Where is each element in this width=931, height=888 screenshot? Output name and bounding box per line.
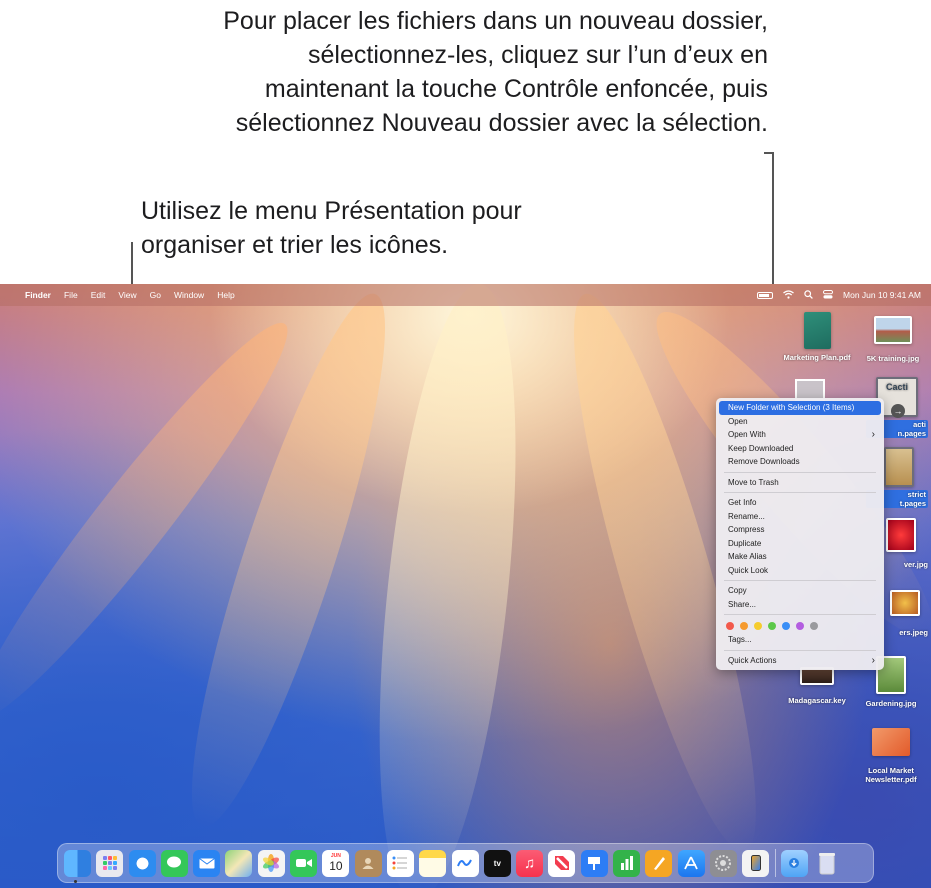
dock-news-icon[interactable] (548, 849, 576, 877)
menu-item-new-folder-with-selection[interactable]: New Folder with Selection (3 Items) (719, 401, 881, 415)
pages-thumbnail (884, 447, 914, 487)
pdf-thumbnail (803, 312, 831, 349)
cacti-thumb-text: Cacti (885, 382, 908, 392)
dock-downloads-folder-icon[interactable] (780, 849, 808, 877)
menu-item-quick-look[interactable]: Quick Look (719, 564, 881, 578)
menu-file[interactable]: File (64, 290, 78, 300)
tag-blue-icon[interactable] (782, 621, 790, 630)
tv-icon-label: tv (493, 858, 501, 868)
dock-trash-icon[interactable] (813, 850, 840, 877)
menu-view[interactable]: View (118, 290, 136, 300)
arrow-badge-icon: → (891, 404, 905, 418)
callout-leader-tick (764, 152, 773, 154)
tag-green-icon[interactable] (768, 621, 776, 630)
pdf-thumbnail (872, 728, 910, 756)
desktop-file-label: Marketing Plan.pdf (783, 353, 851, 362)
dock-launchpad-icon[interactable] (96, 849, 124, 877)
callout-view-menu: Utilisez le menu Présentation pour organ… (141, 197, 522, 259)
menu-clock[interactable]: Mon Jun 10 9:41 AM (843, 290, 921, 300)
dock-system-settings-icon[interactable] (709, 849, 737, 877)
dock-separator (774, 849, 776, 877)
menu-item-tags[interactable]: Tags... (719, 633, 881, 647)
dock-music-icon[interactable]: ♫ (516, 849, 544, 877)
tag-purple-icon[interactable] (796, 621, 804, 630)
menu-item-open[interactable]: Open (719, 415, 881, 429)
desktop-file-5k-training[interactable]: 5K training.jpg (855, 316, 931, 363)
calendar-day: 10 (329, 859, 343, 873)
tag-orange-icon[interactable] (740, 621, 748, 630)
menu-item-rename[interactable]: Rename... (719, 510, 881, 524)
menu-item-keep-downloaded[interactable]: Keep Downloaded (719, 442, 881, 456)
dock-app-store-icon[interactable] (677, 849, 705, 877)
menu-separator (724, 614, 876, 615)
desktop-file-label: Madagascar.key (788, 696, 846, 705)
dock: JUN 10 tv ♫ (57, 843, 874, 883)
callout-new-folder: Pour placer les fichiers dans un nouveau… (223, 7, 768, 137)
desktop-screen: Finder File Edit View Go Window Help Mon… (0, 284, 931, 888)
wifi-icon[interactable] (783, 289, 794, 301)
menu-item-remove-downloads[interactable]: Remove Downloads (719, 455, 881, 469)
dock-freeform-icon[interactable] (451, 849, 479, 877)
menu-edit[interactable]: Edit (91, 290, 106, 300)
tag-color-row (716, 618, 884, 633)
desktop-file-label: Gardening.jpg (865, 699, 917, 708)
desktop-file-label: 5K training.jpg (866, 354, 920, 363)
menu-item-duplicate[interactable]: Duplicate (719, 537, 881, 551)
menu-separator (724, 471, 876, 473)
context-menu: New Folder with Selection (3 Items) Open… (716, 398, 884, 670)
menu-help[interactable]: Help (217, 290, 234, 300)
dock-numbers-icon[interactable] (613, 849, 641, 877)
image-thumbnail (890, 590, 920, 616)
desktop-file-madagascar-key[interactable]: Madagascar.key (778, 667, 856, 705)
spotlight-search-icon[interactable] (804, 289, 813, 301)
menu-item-get-info[interactable]: Get Info (719, 496, 881, 510)
desktop-file-local-market-newsletter[interactable]: Local Market Newsletter.pdf (850, 728, 931, 784)
dock-keynote-icon[interactable] (580, 849, 608, 877)
image-thumbnail (874, 316, 912, 344)
dock-apple-tv-icon[interactable]: tv (483, 849, 511, 877)
tag-yellow-icon[interactable] (754, 621, 762, 630)
dock-facetime-icon[interactable] (290, 849, 318, 877)
tag-gray-icon[interactable] (810, 621, 818, 630)
dock-calendar-icon[interactable]: JUN 10 (322, 849, 350, 877)
menu-separator (724, 492, 876, 493)
tag-red-icon[interactable] (726, 621, 734, 630)
menu-separator (724, 580, 876, 581)
menu-bar: Finder File Edit View Go Window Help Mon… (0, 284, 931, 306)
dock-finder-icon[interactable] (64, 849, 91, 877)
menu-item-compress[interactable]: Compress (719, 523, 881, 537)
menu-item-move-to-trash[interactable]: Move to Trash (719, 476, 881, 490)
dock-mail-icon[interactable] (193, 849, 221, 877)
menu-separator (724, 649, 876, 651)
control-center-icon[interactable] (823, 289, 834, 301)
dock-reminders-icon[interactable] (386, 849, 414, 877)
menu-item-quick-actions[interactable]: Quick Actions (719, 654, 881, 668)
menu-item-open-with[interactable]: Open With (719, 428, 881, 442)
dock-safari-icon[interactable] (128, 849, 156, 877)
menu-item-make-alias[interactable]: Make Alias (719, 550, 881, 564)
desktop-file-marketing-plan[interactable]: Marketing Plan.pdf (778, 312, 856, 362)
battery-icon[interactable] (757, 291, 774, 299)
dock-maps-icon[interactable] (225, 849, 253, 877)
callout-leader-line (131, 242, 133, 286)
menu-go[interactable]: Go (150, 290, 161, 300)
menu-window[interactable]: Window (174, 290, 204, 300)
menu-app-finder[interactable]: Finder (25, 290, 51, 300)
dock-notes-icon[interactable] (419, 849, 447, 877)
dock-running-indicator (74, 880, 77, 883)
dock-contacts-icon[interactable] (354, 849, 382, 877)
image-thumbnail (886, 518, 916, 552)
menu-item-copy[interactable]: Copy (719, 584, 881, 598)
dock-pages-icon[interactable] (645, 849, 673, 877)
menu-item-share[interactable]: Share... (719, 598, 881, 612)
desktop-file-label: Local Market Newsletter.pdf (865, 766, 917, 784)
dock-photos-icon[interactable] (257, 849, 285, 877)
dock-messages-icon[interactable] (160, 849, 188, 877)
dock-iphone-mirroring-icon[interactable] (742, 849, 770, 877)
